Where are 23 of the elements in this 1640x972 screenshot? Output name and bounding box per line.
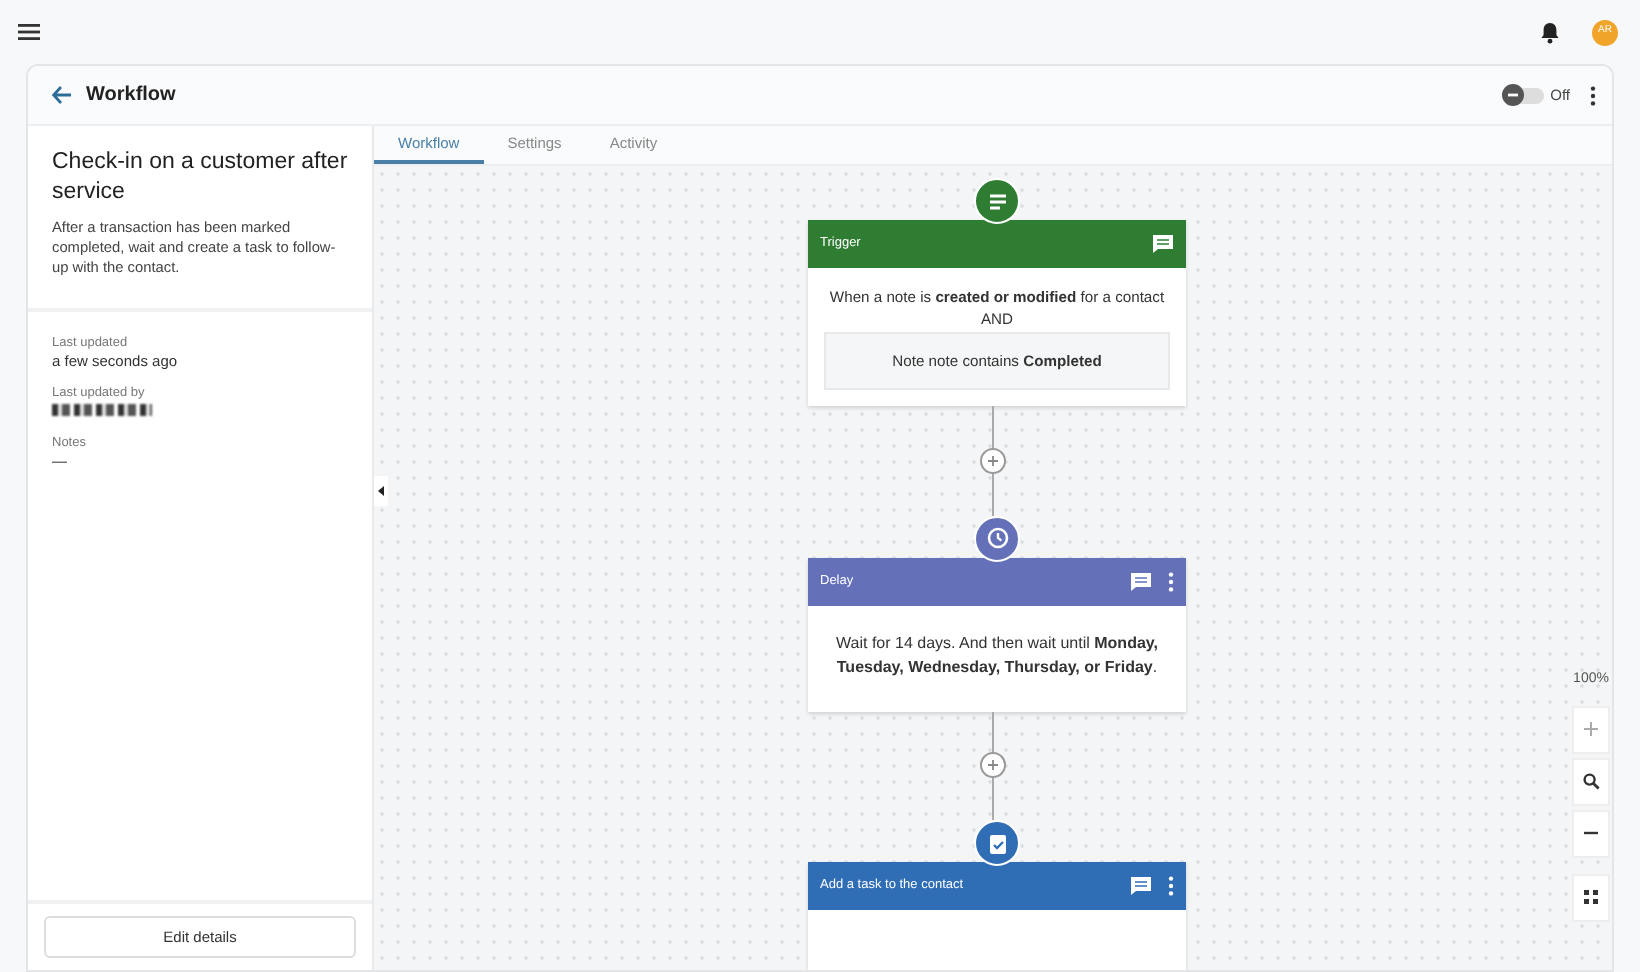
toggle-switch[interactable] — [1504, 87, 1545, 103]
add-step-button[interactable] — [980, 447, 1006, 474]
plus-icon — [1582, 720, 1600, 738]
add-step-button[interactable] — [980, 752, 1006, 779]
fit-icon — [1582, 888, 1600, 906]
page-title: Workflow — [86, 82, 176, 110]
workflow-name: Check-in on a customer after service — [52, 148, 348, 208]
more-icon[interactable] — [1168, 876, 1174, 896]
caret-icon — [378, 486, 384, 496]
bell-icon[interactable] — [1540, 21, 1560, 43]
more-icon[interactable] — [1590, 85, 1596, 105]
comment-icon[interactable] — [1130, 571, 1152, 591]
collapse-handle[interactable] — [374, 476, 388, 506]
comment-icon[interactable] — [1152, 234, 1174, 254]
fit-view-button[interactable] — [1572, 873, 1610, 921]
zoom-icon — [1582, 772, 1600, 790]
comment-icon[interactable] — [1130, 876, 1152, 896]
plus-icon — [986, 758, 1000, 773]
plus-icon — [986, 453, 1000, 468]
zoom-search-button[interactable] — [1572, 757, 1610, 805]
back-arrow-icon[interactable] — [52, 86, 72, 104]
step-description: Wait for 14 days. And then wait until Monday, Tuesday, Wednesday, Thursday, or Friday. — [834, 631, 1160, 679]
menu-icon[interactable] — [18, 24, 40, 40]
